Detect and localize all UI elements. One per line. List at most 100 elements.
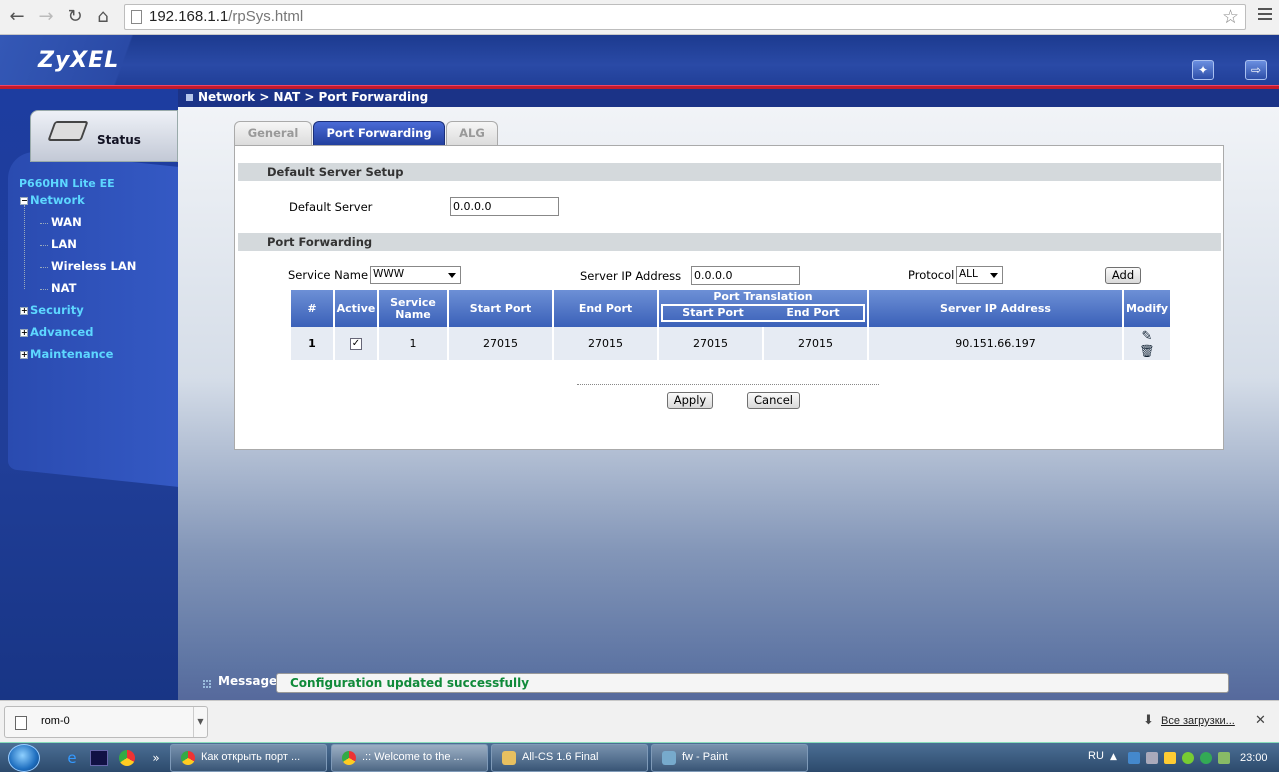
expand-icon[interactable]: + — [20, 329, 28, 337]
breadcrumb-bar: Network > NAT > Port Forwarding — [178, 89, 1279, 107]
file-icon — [15, 716, 27, 730]
message-icon — [203, 680, 211, 688]
taskbar-item[interactable]: .:: Welcome to the ... — [331, 744, 488, 772]
bookmark-star-icon[interactable]: ☆ — [1222, 6, 1239, 28]
address-bar[interactable]: 192.168.1.1/rpSys.html ☆ — [124, 4, 1246, 30]
dropdown-arrow-icon — [990, 273, 998, 278]
expand-icon[interactable]: + — [20, 351, 28, 359]
tab-port-forwarding[interactable]: Port Forwarding — [313, 121, 445, 145]
col-header-server-ip: Server IP Address — [869, 290, 1124, 327]
tree-branch — [40, 267, 48, 268]
downloads-bar: rom-0 ▼ ⬇ Все загрузки... ✕ — [0, 700, 1279, 742]
wizard-icon[interactable]: ✦ — [1192, 60, 1214, 80]
service-name-value: WWW — [373, 268, 405, 280]
dropdown-arrow-icon — [448, 273, 456, 278]
col-header-active: Active — [335, 290, 379, 327]
media-icon[interactable] — [90, 750, 108, 766]
url-text: 192.168.1.1/rpSys.html — [149, 8, 303, 25]
sidebar-item-wan[interactable]: WAN — [51, 215, 82, 229]
cancel-button[interactable]: Cancel — [747, 392, 800, 409]
browser-menu-icon[interactable] — [1258, 8, 1272, 22]
protocol-select[interactable]: ALL — [956, 266, 1003, 284]
logout-icon[interactable]: ⇨ — [1245, 60, 1267, 80]
sidebar-item-wireless-lan[interactable]: Wireless LAN — [51, 259, 136, 273]
tab-alg[interactable]: ALG — [446, 121, 498, 145]
service-name-select[interactable]: WWW — [370, 266, 461, 284]
ie-icon[interactable]: e — [62, 748, 82, 768]
default-server-input[interactable]: 0.0.0.0 — [450, 197, 559, 216]
network-icon[interactable] — [1218, 752, 1230, 764]
col-header-num: # — [291, 290, 335, 327]
taskbar-item[interactable]: fw - Paint — [651, 744, 808, 772]
start-button[interactable] — [8, 744, 40, 772]
model-name[interactable]: P660HN Lite EE — [19, 177, 115, 190]
breadcrumb: Network > NAT > Port Forwarding — [198, 90, 429, 104]
sidebar-item-security[interactable]: + Security — [20, 303, 84, 317]
reload-icon[interactable]: ↻ — [64, 6, 86, 28]
cell-service-name: 1 — [379, 327, 449, 360]
edit-icon[interactable]: ✎ — [1142, 329, 1153, 344]
clock[interactable]: 23:00 — [1240, 752, 1268, 764]
shield-icon[interactable] — [1164, 752, 1176, 764]
all-downloads-link[interactable]: Все загрузки... — [1161, 715, 1235, 727]
tree-branch — [40, 223, 48, 224]
sidebar-item-maintenance[interactable]: + Maintenance — [20, 347, 113, 361]
service-name-label: Service Name — [288, 268, 369, 282]
sidebar-item-network[interactable]: − Network — [20, 193, 85, 207]
breadcrumb-icon — [186, 94, 193, 101]
tray-icon[interactable] — [1128, 752, 1140, 764]
sidebar-item-lan[interactable]: LAN — [51, 237, 77, 251]
language-indicator[interactable]: RU — [1088, 750, 1104, 762]
torrent-icon[interactable] — [1200, 752, 1212, 764]
apply-button[interactable]: Apply — [667, 392, 713, 409]
back-icon[interactable]: ← — [6, 6, 28, 28]
protocol-label: Protocol — [908, 268, 955, 282]
download-filename: rom-0 — [41, 715, 70, 727]
add-button[interactable]: Add — [1105, 267, 1141, 284]
port-translation-title: Port Translation — [713, 290, 813, 303]
close-icon[interactable]: ✕ — [1255, 713, 1266, 728]
sidebar-item-label: Security — [30, 303, 84, 317]
expand-icon[interactable]: + — [20, 307, 28, 315]
forward-icon[interactable]: → — [35, 6, 57, 28]
paint-icon — [662, 751, 676, 765]
chevron-down-icon[interactable]: ▼ — [193, 707, 207, 737]
port-translation-subheader: Start Port End Port — [661, 304, 865, 322]
taskbar-item[interactable]: All-CS 1.6 Final — [491, 744, 648, 772]
tray-icon[interactable] — [1182, 752, 1194, 764]
active-checkbox[interactable]: ✓ — [350, 337, 362, 350]
col-header-end-port: End Port — [554, 290, 659, 327]
section-port-forwarding: Port Forwarding — [238, 233, 1221, 251]
browser-toolbar: ← → ↻ ⌂ 192.168.1.1/rpSys.html ☆ — [0, 0, 1279, 35]
default-server-label: Default Server — [289, 200, 373, 214]
status-tab[interactable]: Status — [30, 110, 178, 162]
cell-num: 1 — [291, 327, 335, 360]
download-item[interactable]: rom-0 ▼ — [4, 706, 208, 738]
message-label: Message — [218, 674, 278, 688]
server-ip-input[interactable]: 0.0.0.0 — [691, 266, 800, 285]
divider — [577, 384, 879, 385]
status-tab-label: Status — [97, 133, 141, 147]
chevron-right-icon[interactable]: » — [146, 748, 166, 768]
chrome-icon — [342, 751, 356, 765]
taskbar-item-label: All-CS 1.6 Final — [522, 751, 599, 763]
folder-icon — [502, 751, 516, 765]
tray-expand-icon[interactable]: ▲ — [1110, 752, 1117, 762]
taskbar-item[interactable]: Как открыть порт ... — [170, 744, 327, 772]
taskbar-item-label: .:: Welcome to the ... — [362, 751, 463, 763]
sidebar-item-label: Advanced — [30, 325, 94, 339]
col-header-start-port: Start Port — [449, 290, 554, 327]
col-header-pt-end: End Port — [786, 306, 840, 319]
settings-panel: Default Server Setup Default Server 0.0.… — [234, 145, 1224, 450]
sidebar-item-nat[interactable]: NAT — [51, 281, 76, 295]
tab-general[interactable]: General — [234, 121, 312, 145]
sidebar-item-advanced[interactable]: + Advanced — [20, 325, 93, 339]
collapse-icon[interactable]: − — [20, 197, 28, 205]
home-icon[interactable]: ⌂ — [92, 6, 114, 28]
cell-active: ✓ — [335, 327, 379, 360]
chrome-icon[interactable] — [119, 750, 135, 766]
url-path: /rpSys.html — [228, 8, 304, 25]
delete-icon[interactable]: 🗑 — [1139, 344, 1154, 358]
tray-icon[interactable] — [1146, 752, 1158, 764]
cell-server-ip: 90.151.66.197 — [869, 327, 1124, 360]
